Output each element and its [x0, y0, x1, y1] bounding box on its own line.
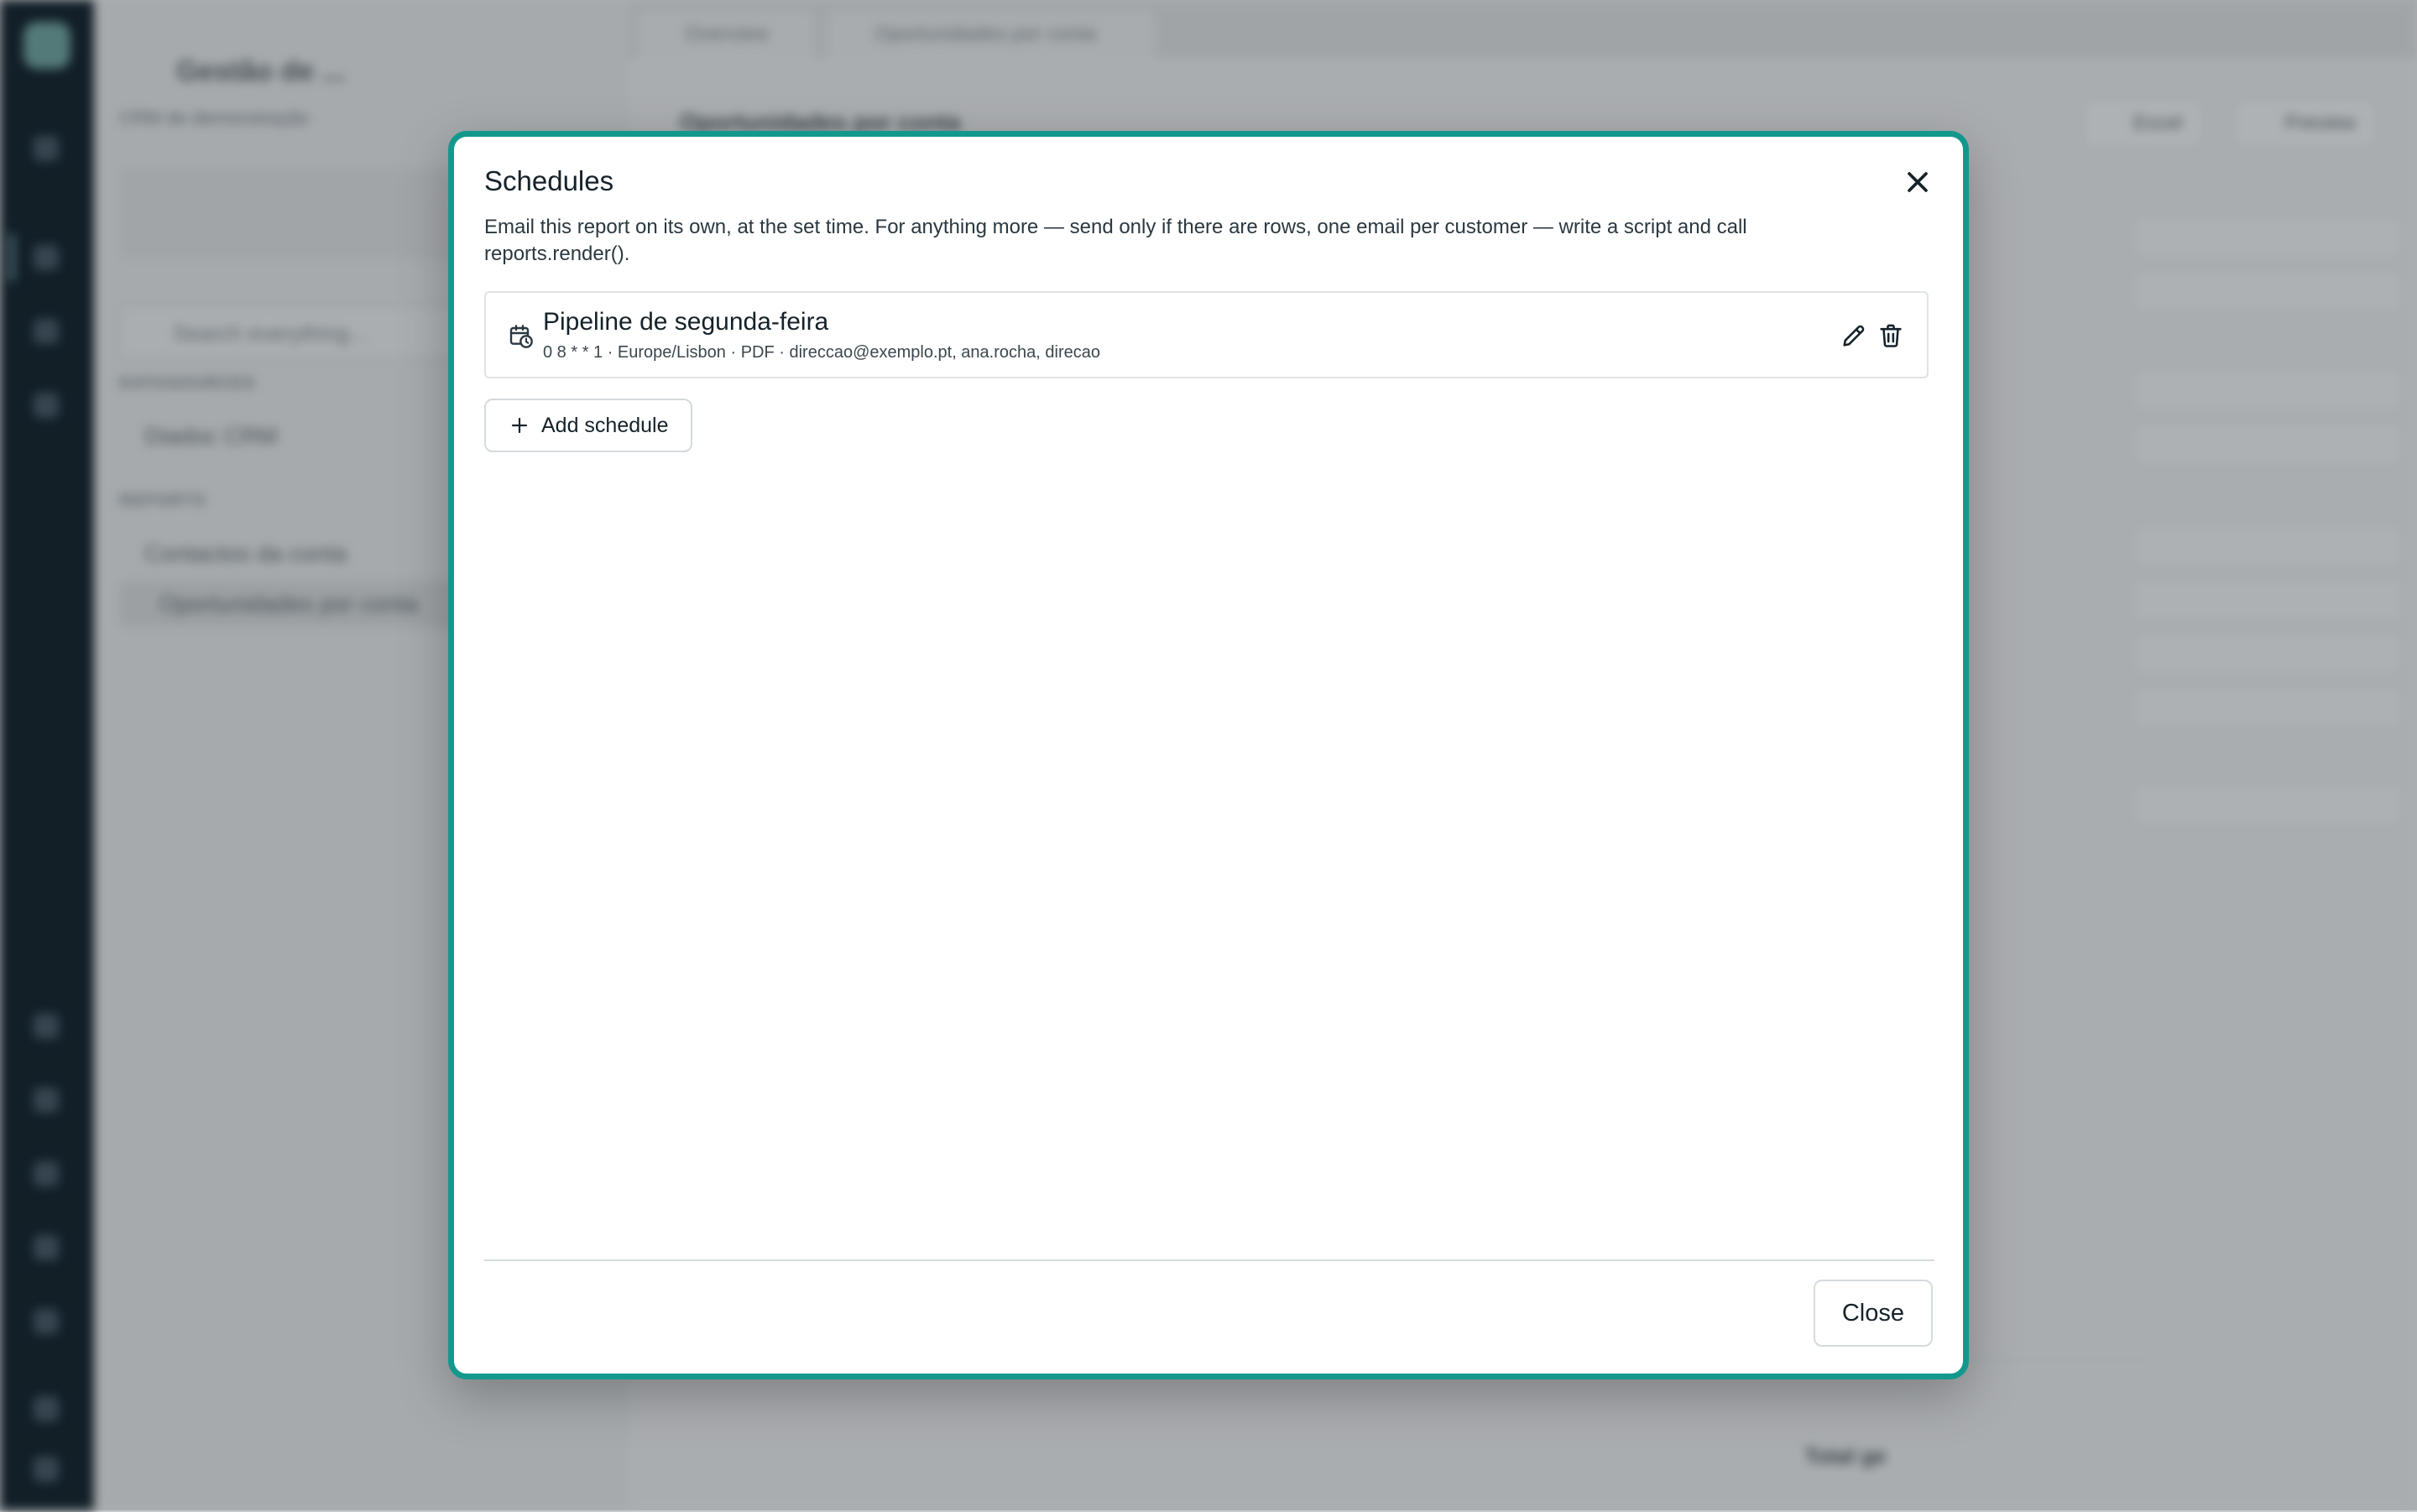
close-button[interactable]: Close: [1813, 1280, 1933, 1347]
close-icon[interactable]: [1901, 165, 1934, 199]
pencil-icon[interactable]: [1840, 321, 1868, 350]
trash-icon[interactable]: [1877, 321, 1905, 350]
schedule-name: Pipeline de segunda-feira: [543, 308, 829, 336]
schedule-item: Pipeline de segunda-feira 0 8 * * 1 · Eu…: [484, 291, 1929, 378]
schedules-dialog: Schedules Email this report on its own, …: [448, 131, 1969, 1379]
plus-icon: [511, 417, 528, 434]
dialog-description: Email this report on its own, at the set…: [484, 216, 1747, 265]
schedule-details: 0 8 * * 1 · Europe/Lisbon · PDF · direcc…: [543, 343, 1100, 362]
footer-divider: [484, 1259, 1934, 1261]
add-schedule-label: Add schedule: [541, 413, 669, 437]
dialog-title: Schedules: [484, 165, 614, 196]
calendar-clock-icon: [509, 325, 533, 348]
add-schedule-button[interactable]: Add schedule: [484, 399, 692, 452]
